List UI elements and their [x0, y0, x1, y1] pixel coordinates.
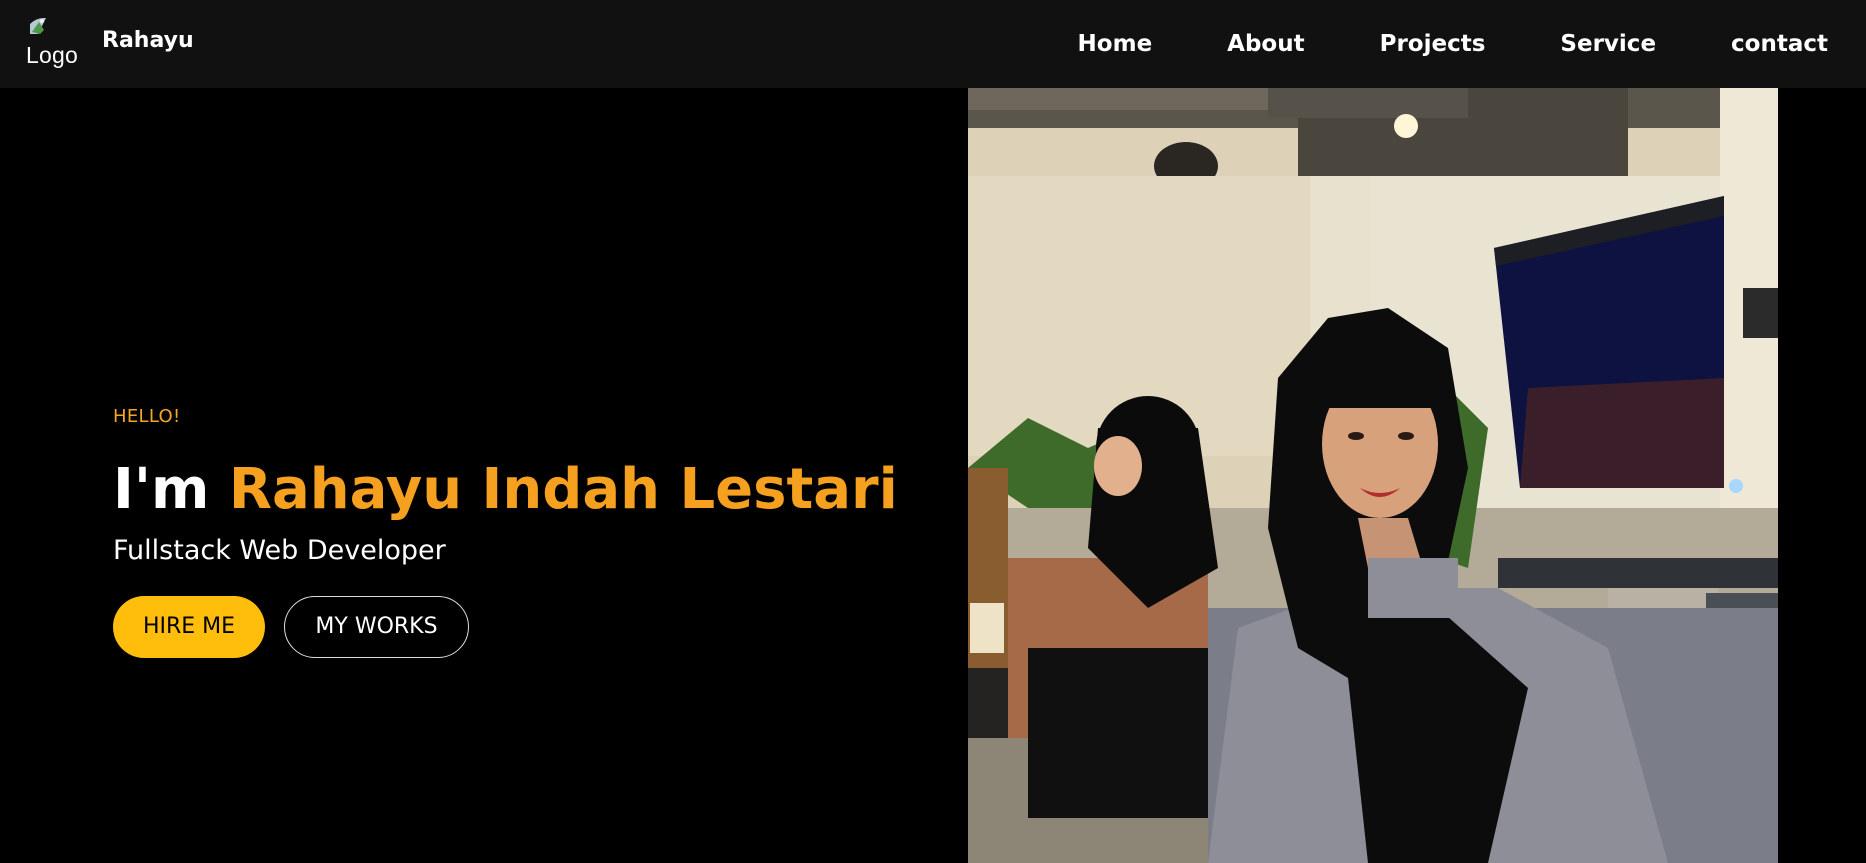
logo-alt-text: Logo	[26, 42, 78, 68]
nav-link-projects[interactable]: Projects	[1380, 31, 1486, 57]
headline-name: Rahayu Indah Lestari	[228, 457, 898, 522]
nav-links: Home About Projects Service contact	[1078, 0, 1828, 88]
brand-name[interactable]: Rahayu	[102, 28, 194, 53]
profile-photo	[968, 88, 1778, 863]
navbar: Logo Rahayu Home About Projects Service …	[0, 0, 1866, 88]
nav-link-home[interactable]: Home	[1078, 31, 1153, 57]
my-works-button[interactable]: MY WORKS	[284, 595, 469, 658]
hero-headline: I'm Rahayu Indah Lestari	[113, 459, 933, 521]
nav-link-contact[interactable]: contact	[1731, 31, 1828, 57]
hero-buttons: HIRE ME MY WORKS	[113, 595, 933, 658]
nav-link-service[interactable]: Service	[1560, 31, 1656, 57]
broken-image-icon	[28, 16, 48, 36]
headline-prefix: I'm	[113, 457, 210, 522]
hire-me-button[interactable]: HIRE ME	[113, 595, 265, 658]
hero-role: Fullstack Web Developer	[113, 534, 446, 566]
hero-section: HELLO! I'm Rahayu Indah Lestari Fullstac…	[113, 406, 933, 658]
logo[interactable]: Logo	[26, 14, 82, 72]
nav-link-about[interactable]: About	[1227, 31, 1304, 57]
hero-greeting: HELLO!	[113, 406, 181, 427]
